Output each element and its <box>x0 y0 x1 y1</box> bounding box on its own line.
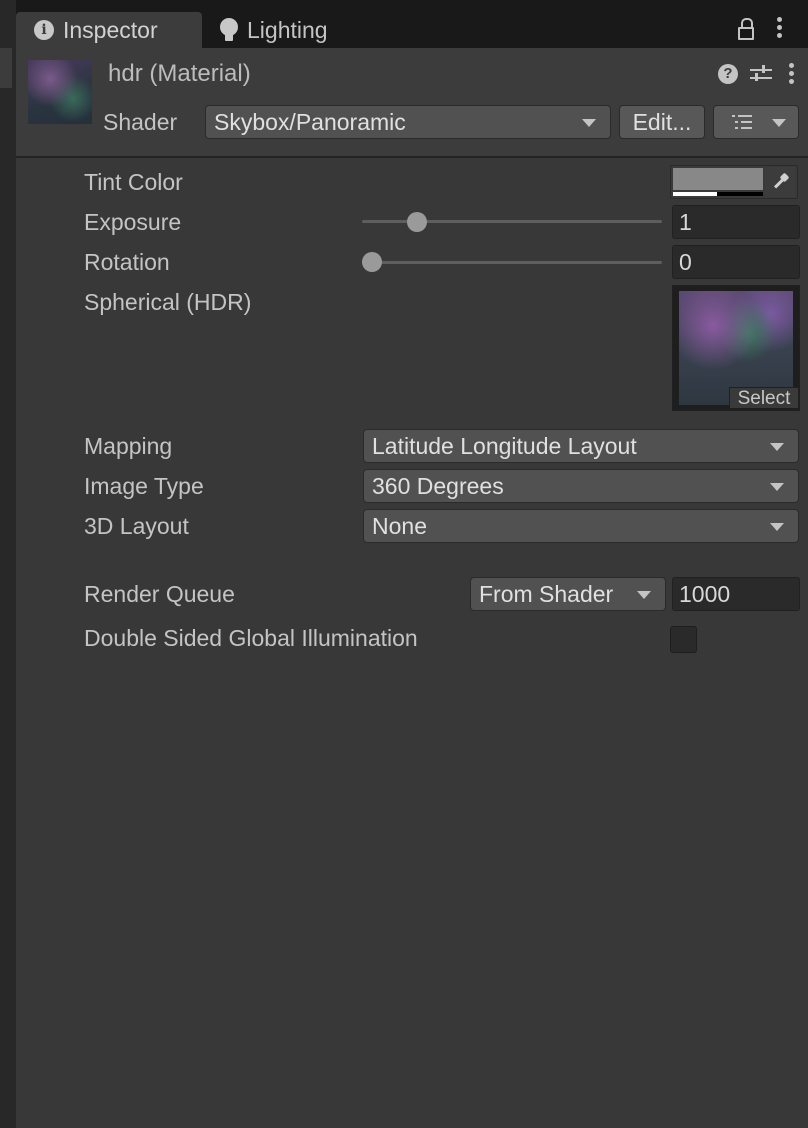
render-queue-label: Render Queue <box>84 581 235 607</box>
shader-label: Shader <box>103 109 178 135</box>
mapping-label: Mapping <box>84 433 173 459</box>
tint-color-swatch[interactable] <box>673 168 763 190</box>
double-sided-gi-checkbox[interactable] <box>670 626 697 653</box>
3d-layout-label: 3D Layout <box>84 513 189 539</box>
neighbor-panel-tab <box>0 48 12 88</box>
tab-menu-icon[interactable] <box>777 17 783 41</box>
exposure-label: Exposure <box>84 209 182 235</box>
exposure-value-field[interactable]: 1 <box>672 205 800 239</box>
chevron-down-icon <box>582 119 596 127</box>
alpha-bar-black <box>717 192 763 196</box>
chevron-down-icon <box>770 483 784 491</box>
shader-dropdown-value: Skybox/Panoramic <box>214 109 406 135</box>
mapping-dropdown[interactable]: Latitude Longitude Layout <box>363 429 799 463</box>
tab-inspector[interactable]: i Inspector <box>16 12 202 48</box>
tab-inspector-label: Inspector <box>63 16 158 43</box>
exposure-slider-handle[interactable] <box>407 212 427 232</box>
tint-color-field[interactable] <box>670 165 798 199</box>
spherical-texture-slot[interactable]: Select <box>672 285 800 411</box>
list-icon <box>732 114 754 130</box>
3d-layout-dropdown-value: None <box>372 513 427 539</box>
material-title: hdr (Material) <box>108 60 251 87</box>
rotation-value-field[interactable]: 0 <box>672 245 800 279</box>
render-queue-mode-dropdown[interactable]: From Shader <box>470 577 666 611</box>
tint-color-label: Tint Color <box>84 169 183 195</box>
eyedropper-icon <box>771 172 790 191</box>
rotation-label: Rotation <box>84 249 170 275</box>
image-type-dropdown-value: 360 Degrees <box>372 473 504 499</box>
render-queue-value-field[interactable]: 1000 <box>672 577 800 611</box>
lightbulb-icon <box>220 18 238 42</box>
mapping-dropdown-value: Latitude Longitude Layout <box>372 433 637 459</box>
material-preview-thumbnail <box>28 60 92 124</box>
texture-select-button[interactable]: Select <box>729 387 799 409</box>
chevron-down-icon <box>770 523 784 531</box>
edit-shader-button[interactable]: Edit... <box>619 105 705 139</box>
chevron-down-icon <box>770 443 784 451</box>
context-menu-icon[interactable] <box>789 63 795 87</box>
help-icon[interactable]: ? <box>718 64 738 84</box>
rotation-slider-track[interactable] <box>362 261 662 264</box>
alpha-bar-white <box>673 192 717 196</box>
image-type-dropdown[interactable]: 360 Degrees <box>363 469 799 503</box>
tab-lighting-label: Lighting <box>247 16 328 43</box>
preset-sliders-icon[interactable] <box>750 63 772 85</box>
tab-lighting[interactable]: Lighting <box>214 12 394 48</box>
eyedropper-button[interactable] <box>765 167 795 197</box>
chevron-down-icon <box>637 591 651 599</box>
spherical-hdr-label: Spherical (HDR) <box>84 289 252 315</box>
double-sided-gi-label: Double Sided Global Illumination <box>84 625 418 651</box>
image-type-label: Image Type <box>84 473 204 499</box>
neighbor-panel-edge <box>0 0 16 1128</box>
info-icon: i <box>34 20 54 40</box>
render-queue-mode-value: From Shader <box>479 581 614 607</box>
3d-layout-dropdown[interactable]: None <box>363 509 799 543</box>
lock-icon[interactable] <box>738 18 754 40</box>
shader-options-button[interactable] <box>713 105 799 139</box>
rotation-slider-handle[interactable] <box>362 252 382 272</box>
chevron-down-icon <box>772 119 786 127</box>
shader-dropdown[interactable]: Skybox/Panoramic <box>205 105 611 139</box>
